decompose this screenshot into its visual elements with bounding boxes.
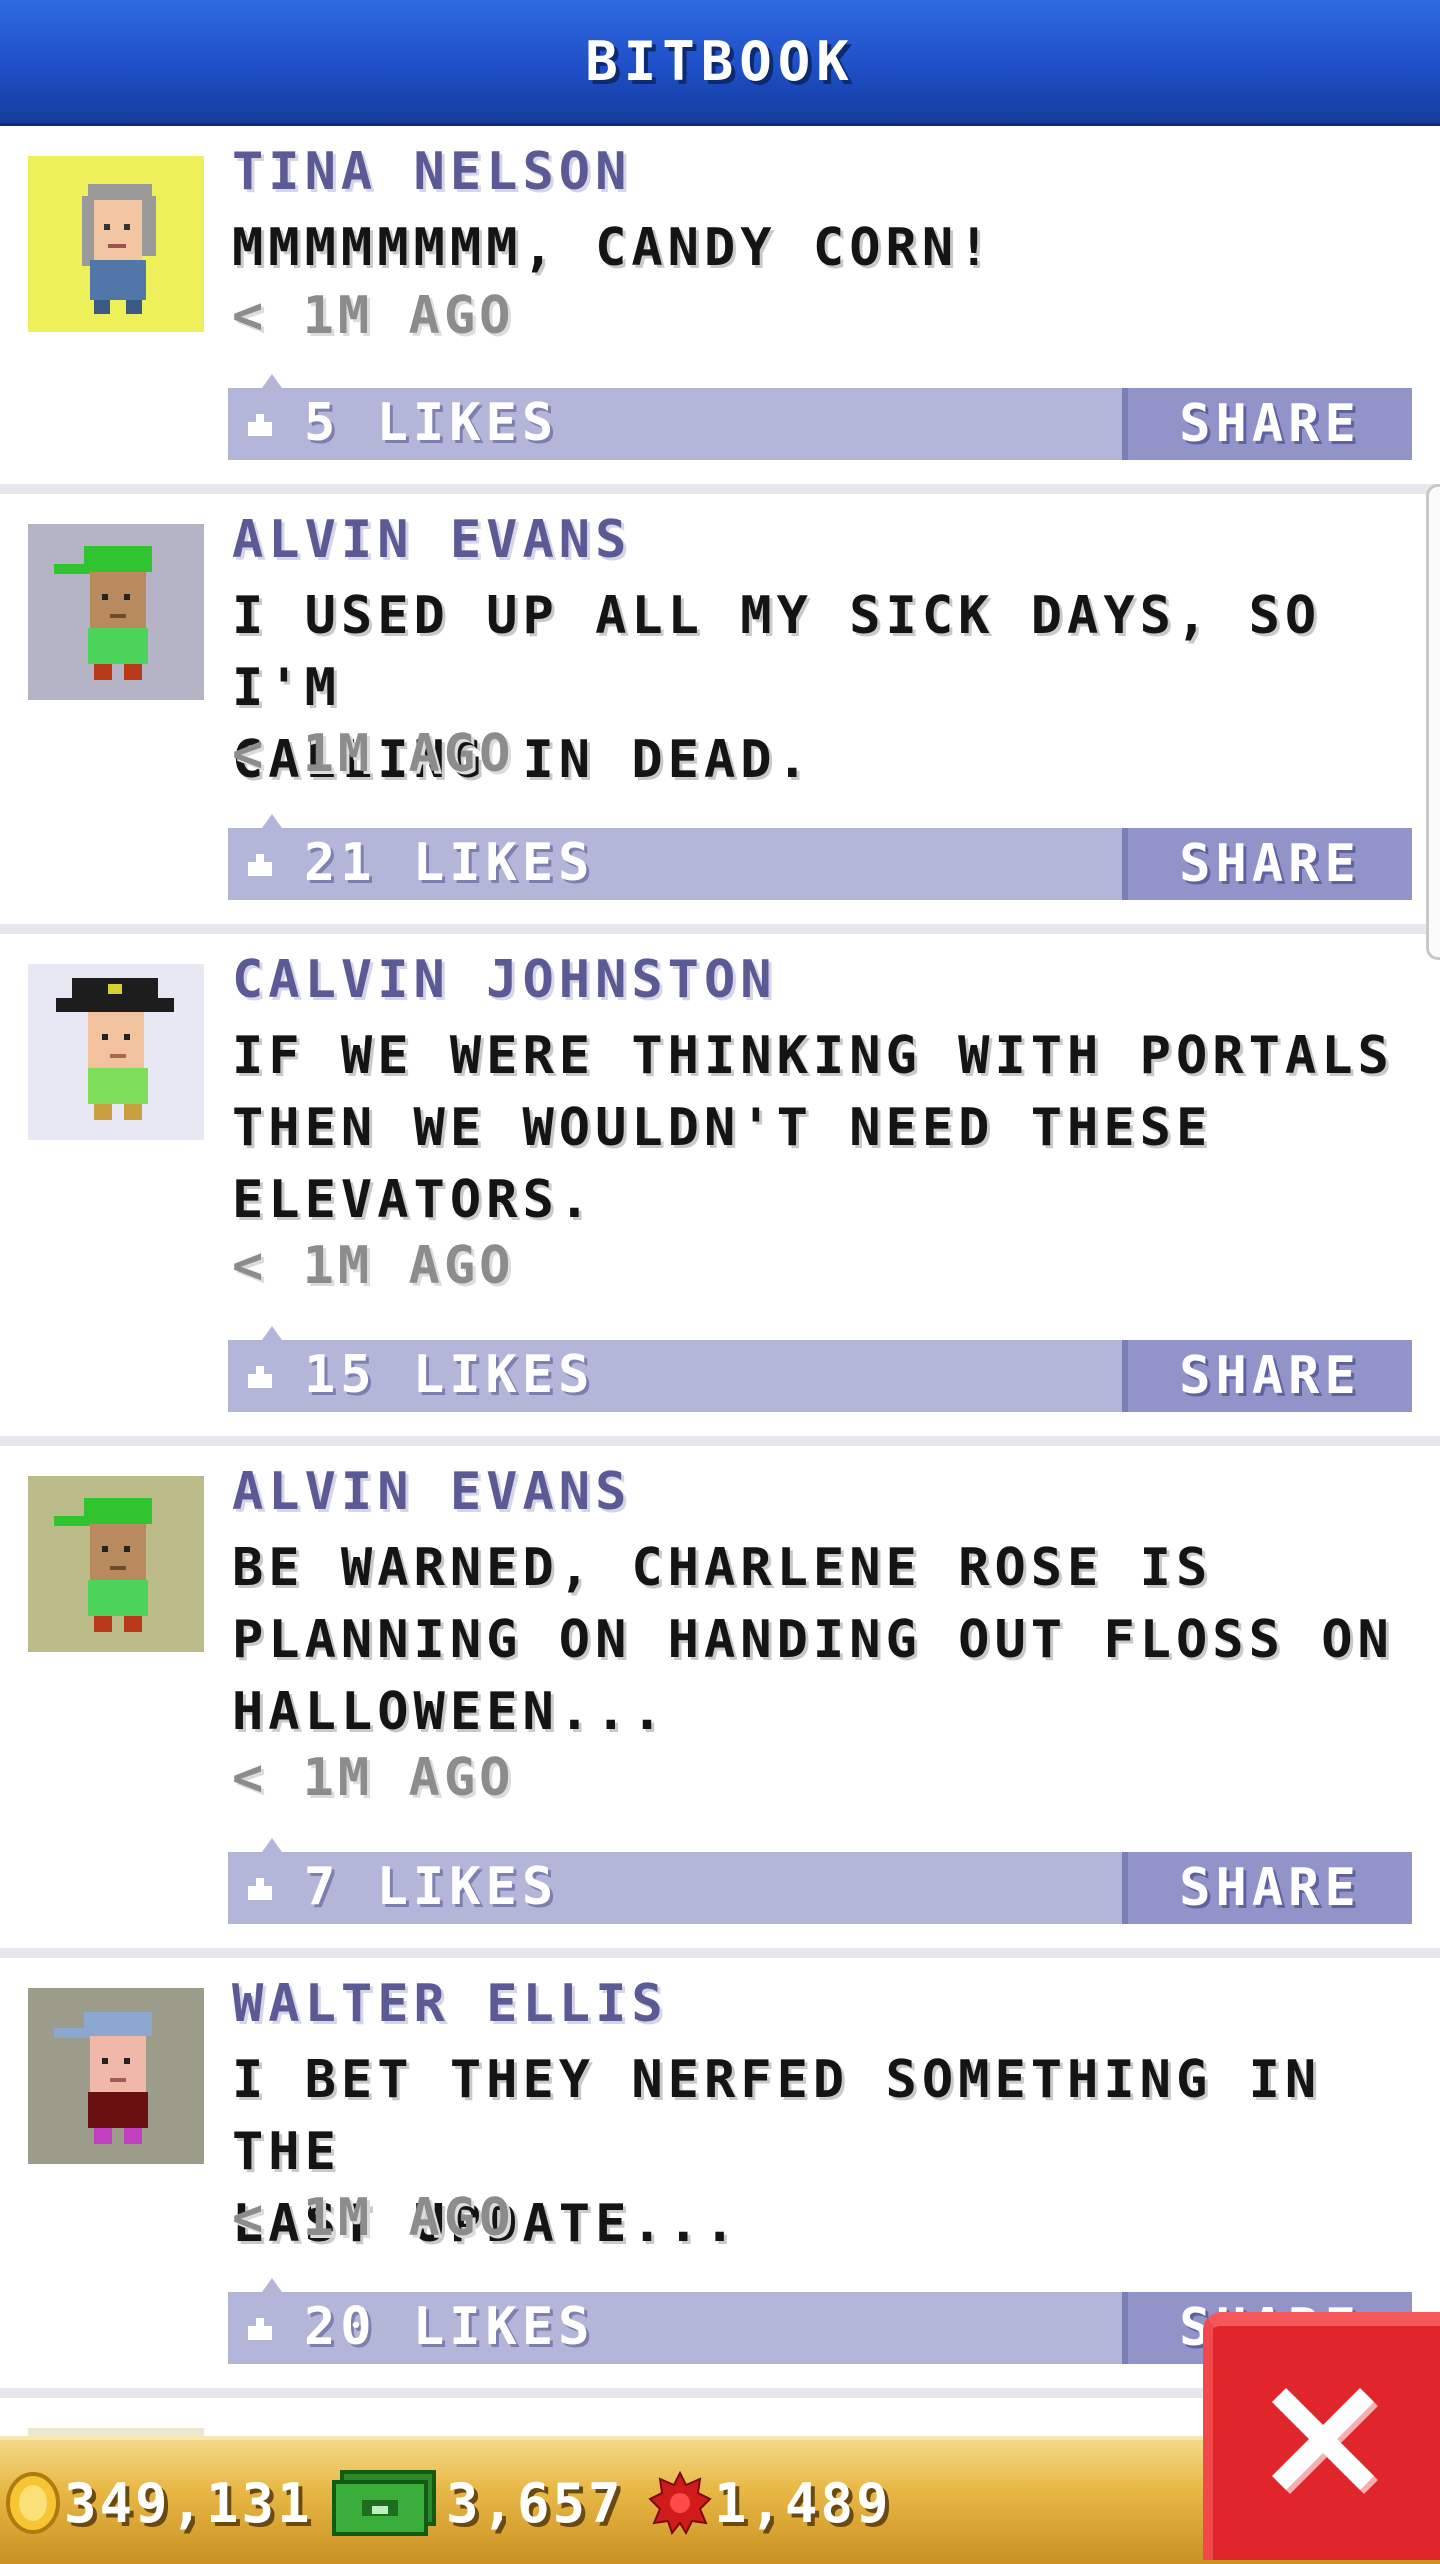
post-text: IF WE WERE THINKING WITH PORTALS THEN WE… xyxy=(232,1026,1394,1230)
app-title: BITBOOK xyxy=(585,30,855,93)
post-time: < 1M AGO xyxy=(232,286,515,346)
share-button[interactable]: SHARE xyxy=(1122,1340,1412,1412)
avatar[interactable] xyxy=(28,964,204,1140)
avatar-partial xyxy=(28,2428,204,2436)
avatar[interactable] xyxy=(28,1988,204,2164)
coins-value: 349,131 xyxy=(64,2471,313,2535)
bux-stat[interactable]: 3,657 xyxy=(332,2468,624,2538)
like-bar-notch xyxy=(262,1838,282,1852)
like-bar-notch xyxy=(262,814,282,828)
likes-count[interactable]: 7 LIKES xyxy=(304,1857,558,1917)
share-button[interactable]: SHARE xyxy=(1122,388,1412,460)
post-author[interactable]: ALVIN EVANS xyxy=(232,510,631,570)
post-time: < 1M AGO xyxy=(232,2188,515,2248)
like-bar: 21 LIKES SHARE xyxy=(228,814,1412,900)
feed-list[interactable]: TINA NELSON MMMMMMMM, CANDY CORN! < 1M A… xyxy=(0,126,1440,2436)
close-button[interactable] xyxy=(1203,2312,1440,2560)
share-button[interactable]: SHARE xyxy=(1122,828,1412,900)
likes-count[interactable]: 5 LIKES xyxy=(304,393,558,453)
like-bar: 5 LIKES SHARE xyxy=(228,374,1412,460)
post-author[interactable]: WALTER ELLIS xyxy=(232,1974,668,2034)
post-author[interactable]: ALVIN EVANS xyxy=(232,1462,631,1522)
post-time: < 1M AGO xyxy=(232,1748,515,1808)
title-bar: BITBOOK xyxy=(0,0,1440,126)
thumbs-up-icon xyxy=(248,2318,272,2340)
post-text: BE WARNED, CHARLENE ROSE IS PLANNING ON … xyxy=(232,1538,1394,1742)
like-bar-notch xyxy=(262,2278,282,2292)
post-time: < 1M AGO xyxy=(232,724,515,784)
post-author[interactable]: CALVIN JOHNSTON xyxy=(232,950,777,1010)
post-divider xyxy=(0,1436,1440,1446)
post-author[interactable]: TINA NELSON xyxy=(232,142,631,202)
share-label: SHARE xyxy=(1179,1858,1361,1918)
points-stat[interactable]: 1,489 xyxy=(648,2468,892,2538)
like-bar-notch xyxy=(262,374,282,388)
share-label: SHARE xyxy=(1179,834,1361,894)
close-icon xyxy=(1271,2388,1378,2494)
thumbs-up-icon xyxy=(248,854,272,876)
coin-icon xyxy=(6,2472,60,2534)
post-text: MMMMMMMM, CANDY CORN! xyxy=(232,218,995,278)
share-label: SHARE xyxy=(1179,394,1361,454)
post-divider xyxy=(0,1948,1440,1958)
likes-count[interactable]: 15 LIKES xyxy=(304,1345,594,1405)
like-bar-notch xyxy=(262,1326,282,1340)
bux-icon xyxy=(332,2470,436,2536)
avatar[interactable] xyxy=(28,524,204,700)
post-divider xyxy=(0,484,1440,494)
points-icon xyxy=(648,2471,712,2535)
avatar[interactable] xyxy=(28,156,204,332)
post-divider xyxy=(0,924,1440,934)
points-value: 1,489 xyxy=(714,2471,892,2535)
likes-count[interactable]: 20 LIKES xyxy=(304,2297,594,2357)
likes-count[interactable]: 21 LIKES xyxy=(304,833,594,893)
share-label: SHARE xyxy=(1179,1346,1361,1406)
post-time: < 1M AGO xyxy=(232,1236,515,1296)
share-button[interactable]: SHARE xyxy=(1122,1852,1412,1924)
avatar[interactable] xyxy=(28,1476,204,1652)
like-bar: 15 LIKES SHARE xyxy=(228,1326,1412,1412)
thumbs-up-icon xyxy=(248,1878,272,1900)
coins-stat[interactable]: 349,131 xyxy=(6,2468,313,2538)
like-bar: 7 LIKES SHARE xyxy=(228,1838,1412,1924)
scrollbar[interactable] xyxy=(1426,484,1440,960)
thumbs-up-icon xyxy=(248,1366,272,1388)
thumbs-up-icon xyxy=(248,414,272,436)
bux-value: 3,657 xyxy=(446,2471,624,2535)
